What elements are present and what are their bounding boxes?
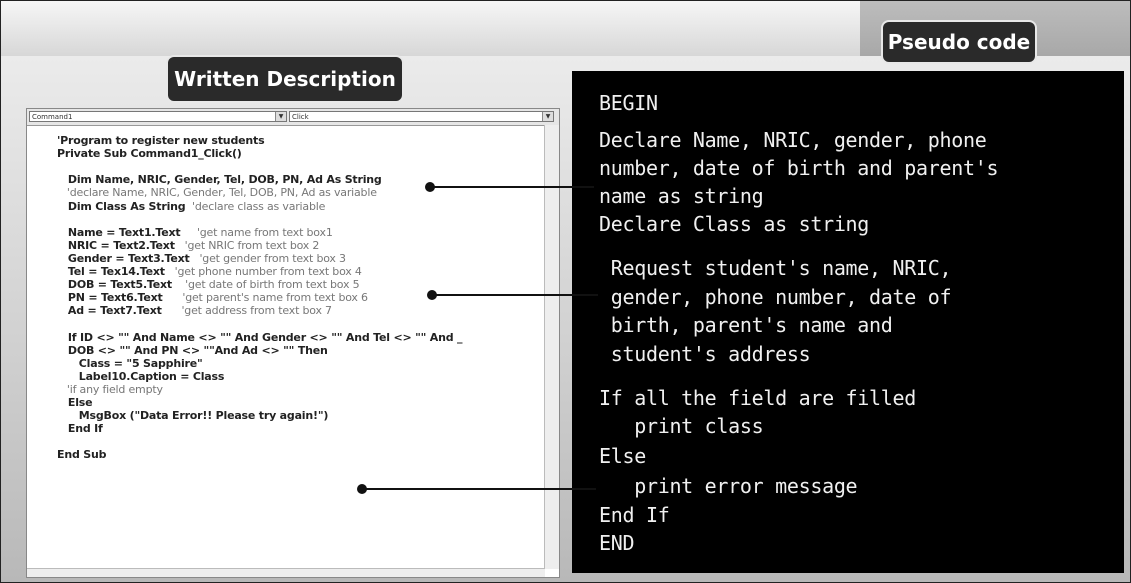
frame-border — [0, 0, 1131, 583]
